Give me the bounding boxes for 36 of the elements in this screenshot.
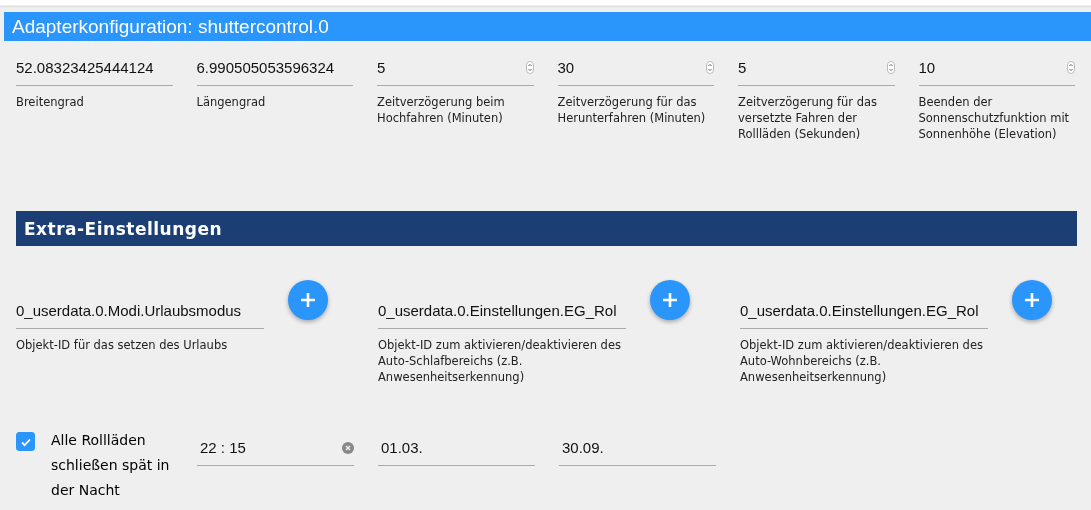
plus-icon <box>1024 292 1040 308</box>
object-id-field[interactable]: 0_userdata.0.Einstellungen.EG_Rol <box>740 292 988 329</box>
object-id-field[interactable]: 0_userdata.0.Modi.Urlaubsmodus <box>16 292 264 329</box>
field-label: Längengrad <box>196 94 267 110</box>
clear-icon[interactable] <box>342 441 354 454</box>
input-field[interactable]: 6.990505053596324 <box>196 49 353 86</box>
input-field[interactable]: 30.09. <box>559 430 716 466</box>
input-field[interactable]: 01.03. <box>378 430 535 466</box>
field-label: Breitengrad <box>16 94 85 110</box>
add-button[interactable] <box>1012 280 1052 320</box>
spinner-icon[interactable] <box>525 60 534 74</box>
object-id-field[interactable]: 0_userdata.0.Einstellungen.EG_Rol <box>378 292 626 329</box>
field-label: Zeitverzögerung beim Hochfahren (Minuten) <box>377 94 506 126</box>
add-button[interactable] <box>288 280 328 320</box>
input-field[interactable]: 5 <box>377 49 534 86</box>
spinner-icon[interactable] <box>706 60 714 74</box>
input-field[interactable]: 52.08323425444124 <box>16 49 173 86</box>
add-button[interactable] <box>650 280 690 320</box>
page-title: Adapterkonfiguration: shuttercontrol.0 <box>12 15 329 38</box>
field-label: Zeitverzögerung für das Herunterfahren (Minuten) <box>557 94 707 126</box>
checkbox-label: Alle Rollläden schließen spät in der Nacht <box>51 431 171 500</box>
input-field[interactable]: 5 <box>738 49 895 86</box>
input-field[interactable]: 30 <box>557 49 714 86</box>
field-label: Zeitverzögerung für das versetzte Fahren der Rollläden (Sekunden) <box>738 94 879 142</box>
section-title: Extra-Einstellungen <box>24 218 223 239</box>
field-label: Objekt-ID zum aktivieren/deaktivieren des Auto-Wohnbereichs (z.B. Anwesenheitserkennung) <box>740 337 984 385</box>
field-label: Objekt-ID für das setzen des Urlaubs <box>16 337 229 353</box>
input-field[interactable]: 10 <box>918 49 1075 86</box>
spinner-icon[interactable] <box>1067 60 1075 74</box>
field-label: Beenden der Sonnenschutzfunktion mit Sonnenhöhe (Elevation) <box>918 94 1071 142</box>
field-label: Objekt-ID zum aktivieren/deaktivieren des Auto-Schlafbereichs (z.B. Anwesenheitserkennung) <box>378 337 622 385</box>
spinner-icon[interactable] <box>886 60 895 74</box>
plus-icon <box>662 292 678 308</box>
checkbox[interactable] <box>16 432 35 451</box>
input-field[interactable]: 22 : 15 <box>197 430 354 466</box>
plus-icon <box>300 292 316 308</box>
